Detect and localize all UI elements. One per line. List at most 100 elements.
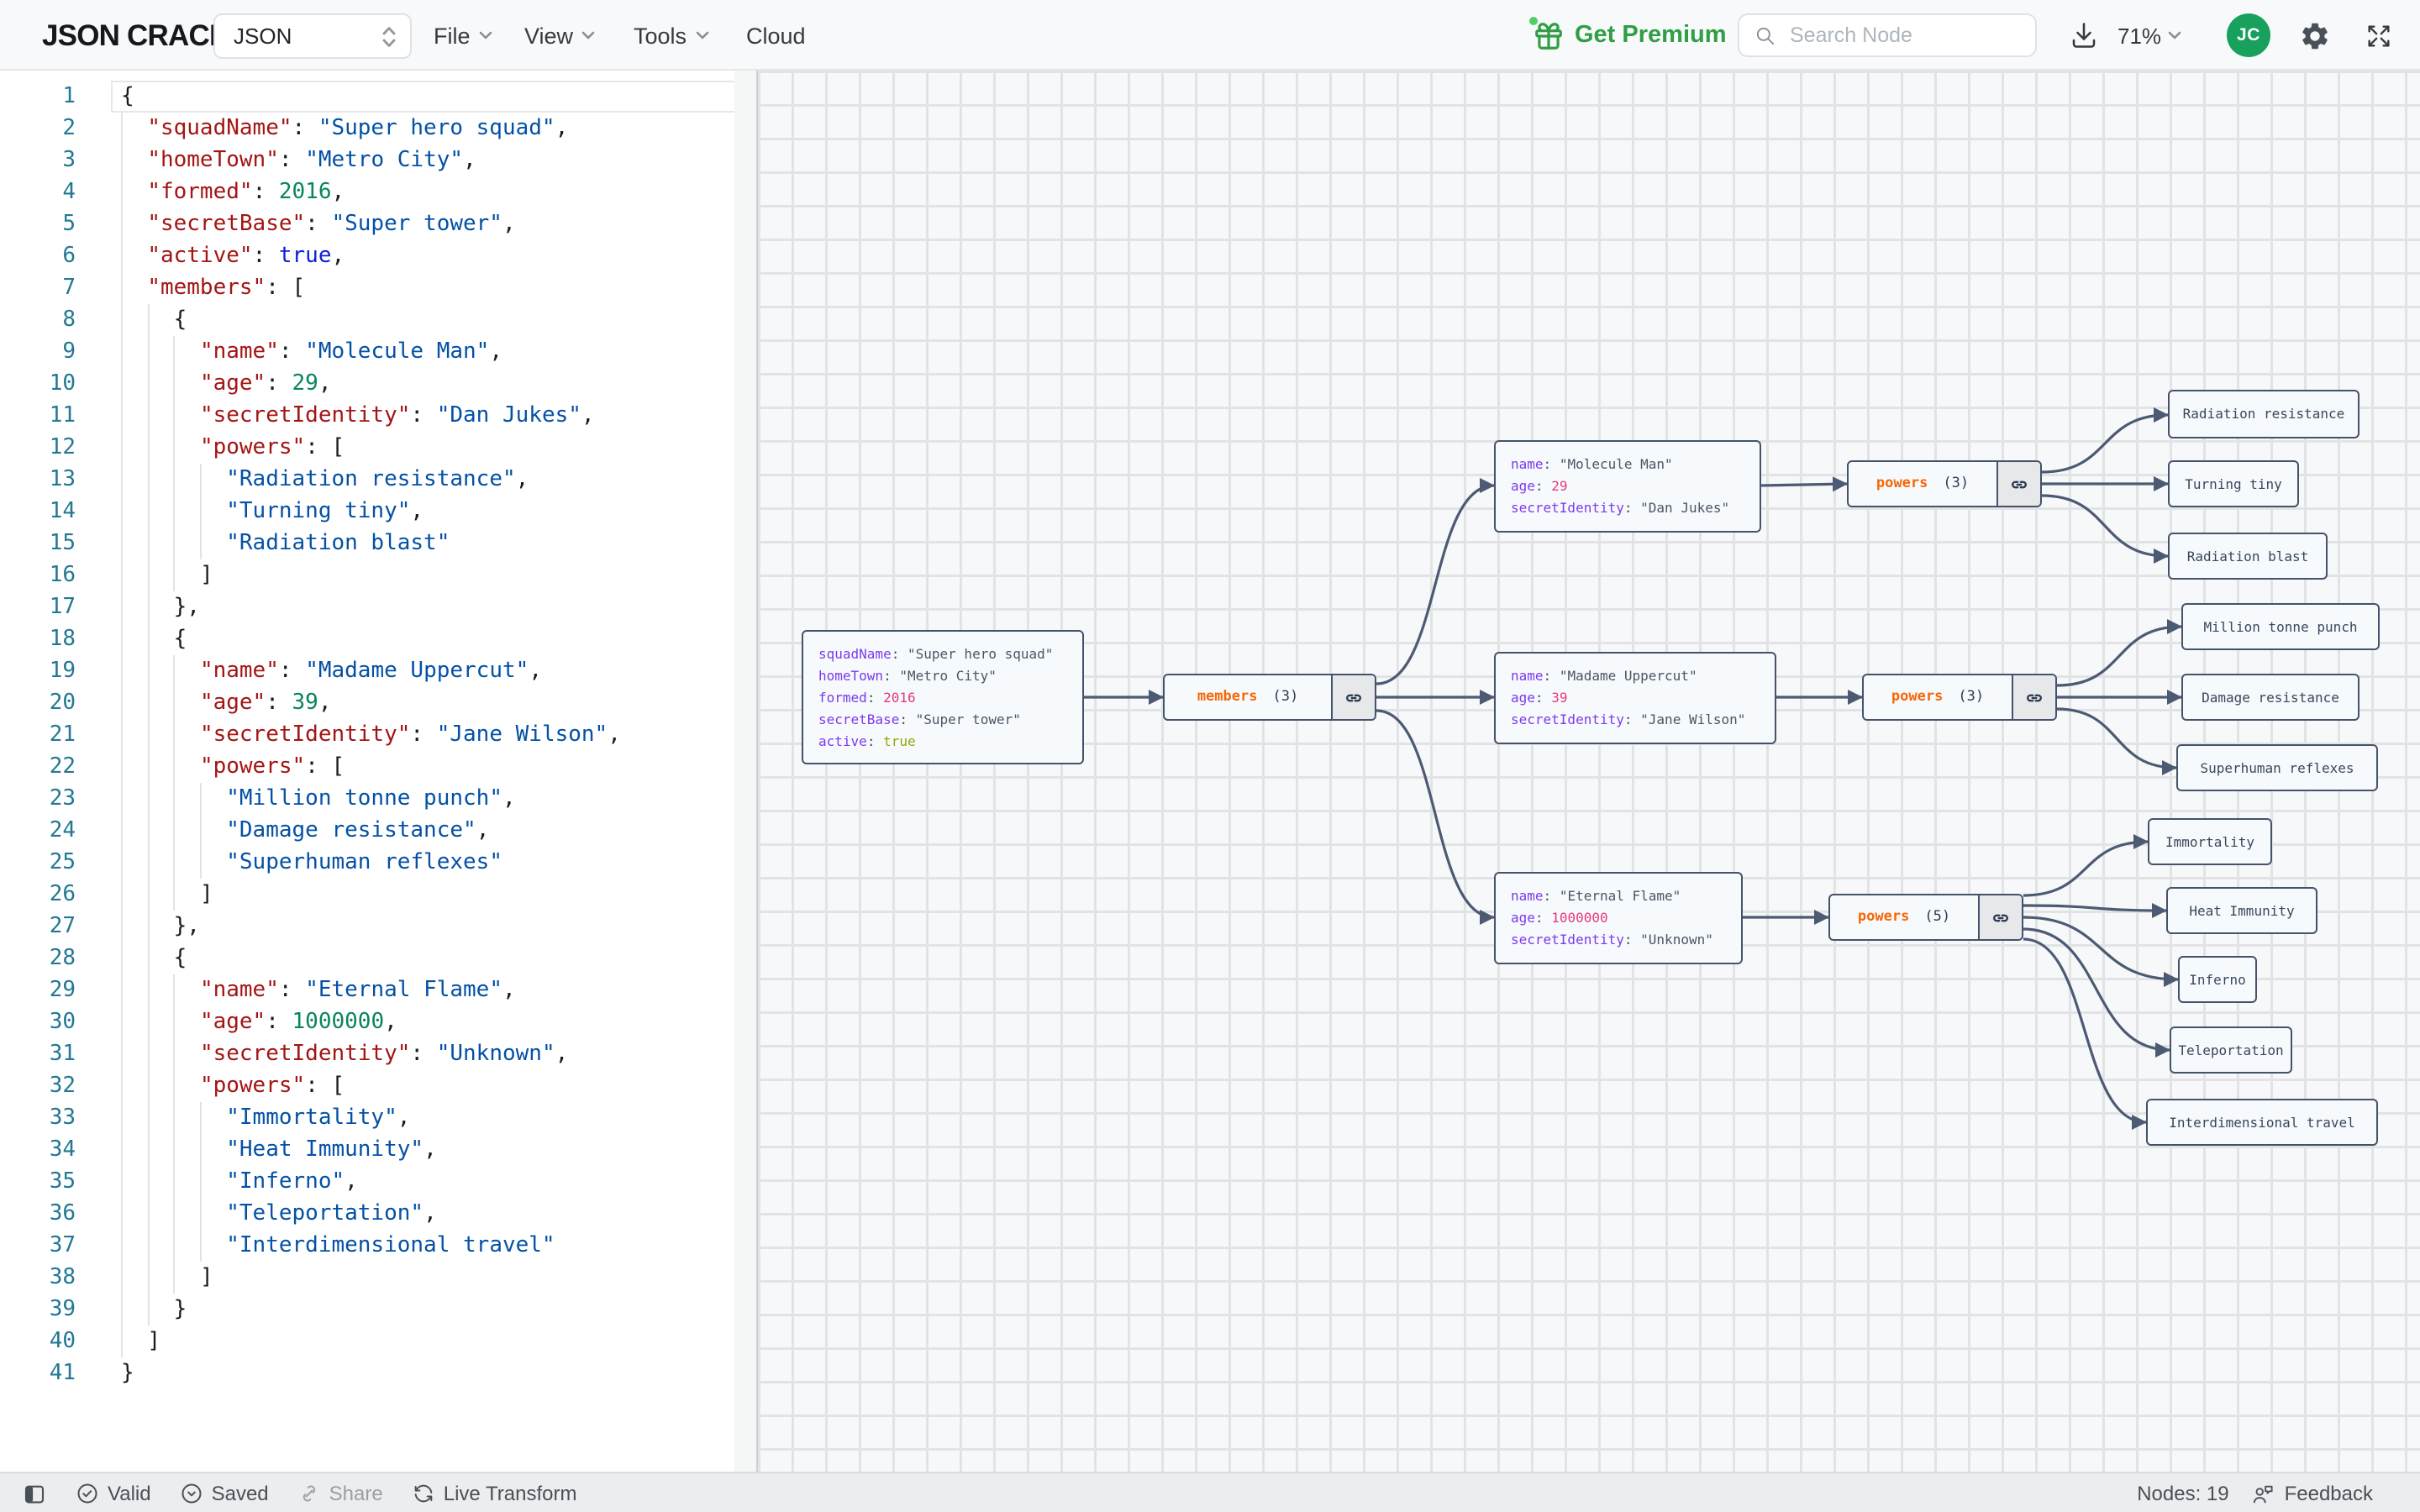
indent-guide (147, 1166, 150, 1198)
node-collapse-link-button[interactable] (1978, 895, 2022, 939)
indent-guide (147, 336, 150, 368)
settings-button[interactable] (2291, 12, 2338, 59)
editor-line: 8 { (0, 304, 756, 336)
node-collapse-link-button[interactable] (1331, 675, 1375, 719)
graph-node-leaf-radiation-blast[interactable]: Radiation blast (2168, 533, 2328, 580)
gear-icon (2302, 22, 2327, 49)
node-property-row: secretBase: "Super tower" (818, 711, 1021, 727)
get-premium-button[interactable]: Get Premium (1528, 0, 1727, 71)
graph-node-leaf-heat-immunity[interactable]: Heat Immunity (2166, 887, 2317, 934)
indent-guide (199, 496, 202, 528)
graph-node-powers-3[interactable]: powers (5) (1828, 894, 2023, 941)
leaf-node-label: Turning tiny (2185, 476, 2282, 491)
indent-guide (173, 1038, 176, 1070)
editor-line: 25 "Superhuman reflexes" (0, 847, 756, 879)
graph-node-leaf-superhuman-reflexes[interactable]: Superhuman reflexes (2176, 744, 2378, 791)
node-property-row: name: "Molecule Man" (1511, 457, 1673, 472)
indent-guide (147, 1006, 150, 1038)
menu-file[interactable]: File (434, 0, 494, 71)
editor-line: 16 ] (0, 559, 756, 591)
graph-node-powers-1[interactable]: powers (3) (1847, 460, 2042, 507)
line-number: 12 (49, 435, 76, 460)
line-number: 14 (49, 499, 76, 524)
line-number: 26 (49, 882, 76, 907)
graph-node-member-3[interactable]: name: "Eternal Flame" age: 1000000 secretI… (1494, 872, 1743, 964)
workspace: 1{2 "squadName": "Super hero squad", 3 "h… (0, 71, 2420, 1472)
editor-line: 19 "name": "Madame Uppercut", (0, 655, 756, 687)
menu-tools[interactable]: Tools (634, 0, 710, 71)
chevron-down-icon (2168, 31, 2181, 39)
graph-node-member-2[interactable]: name: "Madame Uppercut" age: 39 secretIden… (1494, 652, 1776, 744)
indent-guide (199, 1134, 202, 1166)
editor-line: 36 "Teleportation", (0, 1198, 756, 1230)
editor-line: 13 "Radiation resistance", (0, 464, 756, 496)
line-number: 6 (62, 244, 76, 269)
node-property-row: age: 29 (1511, 479, 1568, 494)
node-property-row: secretIdentity: "Dan Jukes" (1511, 501, 1730, 516)
format-selector[interactable]: JSON (213, 13, 412, 59)
graph-node-leaf-damage-resistance[interactable]: Damage resistance (2181, 674, 2360, 721)
json-editor[interactable]: 1{2 "squadName": "Super hero squad", 3 "h… (0, 71, 756, 1472)
search-input[interactable] (1786, 22, 2020, 49)
editor-line: 17 }, (0, 591, 756, 623)
graph-node-members[interactable]: members (3) (1163, 674, 1376, 721)
indent-guide (147, 974, 150, 1006)
indent-guide (173, 783, 176, 815)
graph-node-leaf-teleportation[interactable]: Teleportation (2170, 1026, 2292, 1074)
line-number: 3 (62, 148, 76, 173)
editor-line: 9 "name": "Molecule Man", (0, 336, 756, 368)
line-number: 1 (62, 84, 76, 109)
line-number: 38 (49, 1265, 76, 1290)
menu-view[interactable]: View (524, 0, 597, 71)
line-number: 17 (49, 595, 76, 620)
download-button[interactable] (2060, 12, 2107, 59)
indent-guide (121, 942, 123, 974)
indent-guide (121, 815, 123, 847)
get-premium-label: Get Premium (1575, 22, 1727, 49)
graph-canvas[interactable]: squadName: "Super hero squad" homeTown: "… (756, 71, 2420, 1472)
graph-node-leaf-inferno[interactable]: Inferno (2178, 956, 2257, 1003)
indent-guide (173, 1166, 176, 1198)
editor-scrollbar[interactable] (734, 71, 756, 1472)
fullscreen-button[interactable] (2354, 12, 2402, 59)
indent-guide (199, 1166, 202, 1198)
chevron-down-icon (581, 31, 595, 39)
app-logo: JSON CRACK (42, 18, 230, 52)
toggle-editor-panel-button[interactable] (22, 1481, 47, 1506)
indent-guide (199, 1230, 202, 1262)
feedback-icon (2254, 1484, 2274, 1503)
editor-line: 3 "homeTown": "Metro City", (0, 144, 756, 176)
gift-icon (1528, 14, 1565, 51)
line-number: 24 (49, 818, 76, 843)
avatar[interactable]: JC (2227, 13, 2270, 57)
fullscreen-icon (2367, 24, 2389, 46)
graph-node-powers-2[interactable]: powers (3) (1862, 674, 2057, 721)
link-icon (302, 1485, 315, 1502)
graph-node-member-1[interactable]: name: "Molecule Man" age: 29 secretIdentit… (1494, 440, 1761, 533)
editor-line: 6 "active": true, (0, 240, 756, 272)
indent-guide (199, 528, 202, 559)
line-number: 27 (49, 914, 76, 939)
graph-node-leaf-million-tonne-punch[interactable]: Million tonne punch (2181, 603, 2380, 650)
indent-guide (121, 113, 123, 144)
graph-node-leaf-interdimensional-travel[interactable]: Interdimensional travel (2146, 1099, 2378, 1146)
indent-guide (121, 336, 123, 368)
graph-node-leaf-turning-tiny[interactable]: Turning tiny (2168, 460, 2299, 507)
node-collapse-link-button[interactable] (2012, 675, 2055, 719)
leaf-node-label: Interdimensional travel (2169, 1115, 2355, 1130)
menu-cloud[interactable]: Cloud (746, 0, 806, 71)
feedback-button[interactable]: Feedback (2251, 1481, 2373, 1506)
graph-node-root[interactable]: squadName: "Super hero squad" homeTown: "… (802, 630, 1084, 764)
line-number: 29 (49, 978, 76, 1003)
graph-node-leaf-immortality[interactable]: Immortality (2148, 818, 2272, 865)
array-node-label: members (3) (1197, 689, 1299, 706)
graph-node-leaf-radiation-resistance[interactable]: Radiation resistance (2168, 390, 2360, 438)
share-button[interactable]: Share (297, 1482, 383, 1505)
line-number: 9 (62, 339, 76, 365)
zoom-level-dropdown[interactable]: 71% (2118, 12, 2183, 59)
line-number: 36 (49, 1201, 76, 1226)
line-number: 8 (62, 307, 76, 333)
live-transform-toggle[interactable]: Live Transform (412, 1482, 576, 1505)
node-collapse-link-button[interactable] (1996, 462, 2040, 506)
indent-guide (121, 655, 123, 687)
